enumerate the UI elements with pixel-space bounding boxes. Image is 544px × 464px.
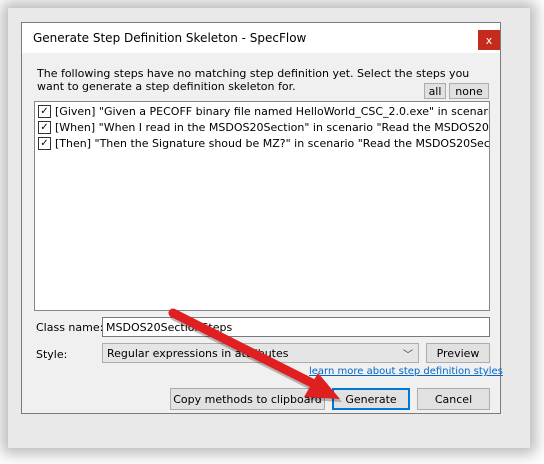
select-all-button[interactable]: all — [424, 83, 446, 99]
step-definition-styles-link[interactable]: learn more about step definition styles — [309, 366, 503, 377]
style-selected-value: Regular expressions in attributes — [107, 346, 289, 360]
close-button[interactable]: x — [478, 30, 500, 50]
step-checkbox[interactable]: ✓ — [38, 105, 51, 118]
step-text: [Given] "Given a PECOFF binary file name… — [55, 105, 489, 118]
generate-step-definition-dialog: Generate Step Definition Skeleton - Spec… — [21, 22, 503, 414]
cancel-button[interactable]: Cancel — [417, 388, 490, 410]
step-text: [When] "When I read in the MSDOS20Sectio… — [55, 121, 489, 134]
list-item[interactable]: ✓ [Given] "Given a PECOFF binary file na… — [38, 104, 489, 119]
preview-button[interactable]: Preview — [426, 343, 490, 363]
generate-button[interactable]: Generate — [332, 388, 410, 410]
list-item[interactable]: ✓ [When] "When I read in the MSDOS20Sect… — [38, 120, 489, 135]
style-select[interactable]: Regular expressions in attributes ﹀ — [102, 343, 419, 363]
step-checkbox[interactable]: ✓ — [38, 137, 51, 150]
window-title: Generate Step Definition Skeleton - Spec… — [33, 31, 307, 45]
title-bar: Generate Step Definition Skeleton - Spec… — [22, 23, 500, 53]
style-label: Style: — [36, 348, 68, 361]
close-icon: x — [485, 33, 493, 47]
copy-to-clipboard-button[interactable]: Copy methods to clipboard — [170, 388, 325, 410]
steps-listbox[interactable]: ✓ [Given] "Given a PECOFF binary file na… — [34, 101, 490, 311]
step-checkbox[interactable]: ✓ — [38, 121, 51, 134]
class-name-value: MSDOS20SectionSteps — [106, 320, 233, 334]
class-name-input[interactable]: MSDOS20SectionSteps — [102, 317, 490, 337]
chevron-down-icon: ﹀ — [403, 350, 413, 361]
class-name-label: Class name: — [36, 321, 104, 334]
select-none-button[interactable]: none — [449, 83, 489, 99]
list-item[interactable]: ✓ [Then] "Then the Signature shoud be MZ… — [38, 136, 490, 151]
step-text: [Then] "Then the Signature shoud be MZ?"… — [55, 137, 490, 150]
